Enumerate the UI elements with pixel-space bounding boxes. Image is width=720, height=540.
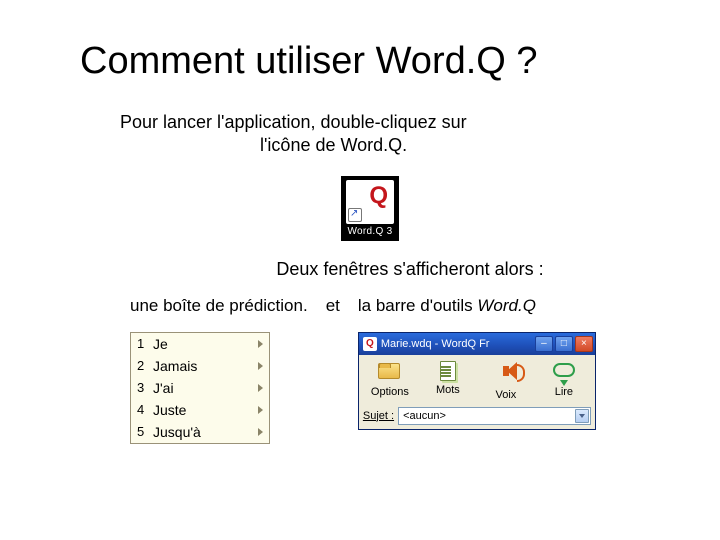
chevron-right-icon (258, 340, 263, 348)
prediction-box-caption: une boîte de prédiction. (130, 296, 308, 316)
prediction-word: Je (153, 336, 252, 352)
maximize-button[interactable]: □ (555, 336, 573, 352)
wordq-desktop-icon[interactable]: Q Word.Q 3 (341, 176, 399, 241)
toolbar-button-label: Mots (419, 384, 477, 396)
voix-button[interactable]: Voix (477, 357, 535, 404)
wordq-q-letter: Q (369, 182, 388, 210)
titlebar-app-icon: Q (363, 337, 377, 351)
and-label: et (326, 296, 340, 316)
chevron-right-icon (258, 362, 263, 370)
shortcut-arrow-icon (348, 208, 362, 222)
desktop-icon-label: Word.Q 3 (342, 224, 398, 240)
document-icon (440, 361, 456, 381)
prediction-word: Juste (153, 402, 252, 418)
chevron-down-icon (575, 409, 589, 423)
prediction-number: 4 (137, 402, 147, 417)
toolbar-caption-appname: Word.Q (477, 296, 536, 315)
subject-bar: Sujet : <aucun> (359, 404, 595, 429)
prediction-number: 1 (137, 336, 147, 351)
chevron-right-icon (258, 406, 263, 414)
chevron-right-icon (258, 384, 263, 392)
instruction-text: Pour lancer l'application, double-clique… (80, 111, 660, 158)
toolbar-button-label: Lire (535, 386, 593, 398)
prediction-row[interactable]: 3 J'ai (131, 377, 269, 399)
chevron-right-icon (258, 428, 263, 436)
instruction-line2: l'icône de Word.Q. (120, 134, 407, 157)
options-button[interactable]: Options (361, 357, 419, 404)
wordq-app-icon: Q (346, 180, 394, 224)
two-windows-text: Deux fenêtres s'afficheront alors : (80, 259, 660, 280)
prediction-number: 3 (137, 380, 147, 395)
prediction-box[interactable]: 1 Je 2 Jamais 3 J'ai 4 Juste (130, 332, 270, 444)
minimize-button[interactable]: – (535, 336, 553, 352)
prediction-number: 5 (137, 424, 147, 439)
prediction-word: Jamais (153, 358, 252, 374)
speaker-icon (503, 366, 509, 376)
prediction-word: Jusqu'à (153, 424, 252, 440)
subject-label: Sujet : (363, 410, 394, 422)
prediction-row[interactable]: 2 Jamais (131, 355, 269, 377)
folder-icon (378, 363, 400, 379)
subject-value: <aucun> (403, 410, 446, 422)
prediction-row[interactable]: 4 Juste (131, 399, 269, 421)
toolbar-button-label: Voix (477, 389, 535, 401)
toolbar-button-label: Options (361, 386, 419, 398)
toolbar-caption: la barre d'outils Word.Q (358, 296, 596, 316)
prediction-row[interactable]: 5 Jusqu'à (131, 421, 269, 443)
prediction-row[interactable]: 1 Je (131, 333, 269, 355)
slide-title: Comment utiliser Word.Q ? (80, 40, 660, 83)
instruction-line1: Pour lancer l'application, double-clique… (120, 112, 467, 132)
wordq-toolbar-window: Q Marie.wdq - WordQ Fr – □ × Options (358, 332, 596, 430)
prediction-number: 2 (137, 358, 147, 373)
toolbar-caption-text: la barre d'outils (358, 296, 477, 315)
toolbar: Options Mots Voix Lire (359, 355, 595, 404)
mots-button[interactable]: Mots (419, 357, 477, 404)
close-button[interactable]: × (575, 336, 593, 352)
window-title: Marie.wdq - WordQ Fr (381, 338, 531, 350)
speech-bubble-icon (553, 363, 575, 377)
prediction-word: J'ai (153, 380, 252, 396)
subject-dropdown[interactable]: <aucun> (398, 407, 591, 425)
lire-button[interactable]: Lire (535, 357, 593, 404)
titlebar[interactable]: Q Marie.wdq - WordQ Fr – □ × (359, 333, 595, 355)
